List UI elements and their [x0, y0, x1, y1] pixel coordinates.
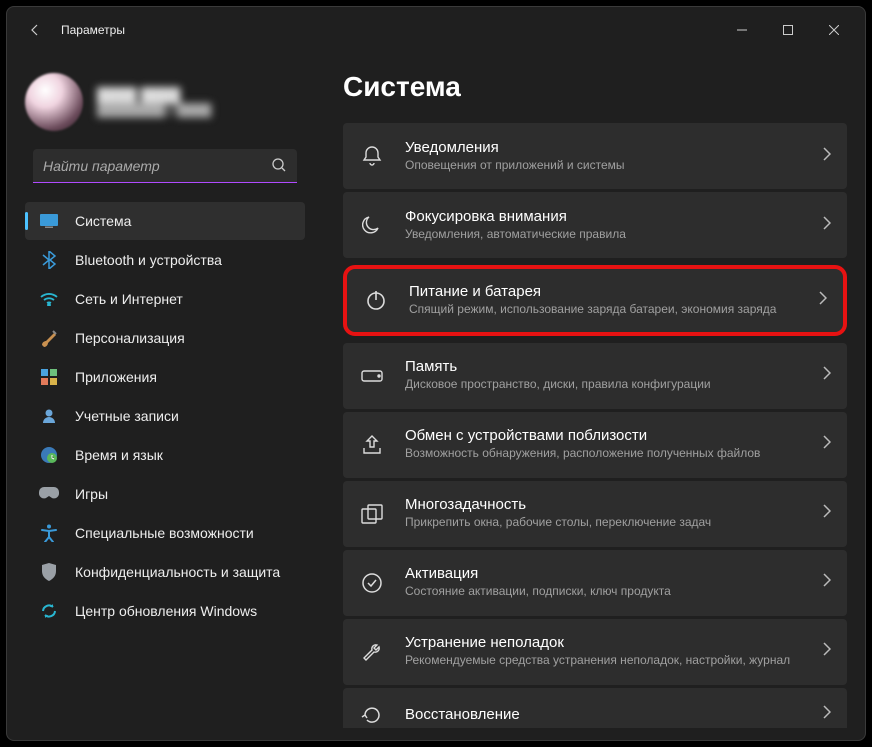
gamepad-icon: [39, 484, 59, 504]
nav-item-apps[interactable]: Приложения: [25, 358, 305, 396]
nav-label: Специальные возможности: [75, 525, 254, 541]
search-box[interactable]: [33, 149, 297, 183]
nav-list: Система Bluetooth и устройства Сеть и Ин…: [17, 201, 313, 730]
card-nearby-sharing[interactable]: Обмен с устройствами поблизости Возможно…: [343, 412, 847, 478]
chevron-right-icon: [823, 147, 831, 166]
nav-item-gaming[interactable]: Игры: [25, 475, 305, 513]
profile-email: ████████@████: [97, 103, 211, 117]
card-notifications[interactable]: Уведомления Оповещения от приложений и с…: [343, 123, 847, 189]
nav-item-time-language[interactable]: Время и язык: [25, 436, 305, 474]
card-title: Питание и батарея: [409, 283, 819, 300]
avatar: [25, 73, 83, 131]
nav-label: Персонализация: [75, 330, 185, 346]
card-subtitle: Прикрепить окна, рабочие столы, переключ…: [405, 515, 823, 531]
card-storage[interactable]: Память Дисковое пространство, диски, пра…: [343, 343, 847, 409]
brush-icon: [39, 328, 59, 348]
globe-clock-icon: [39, 445, 59, 465]
card-title: Восстановление: [405, 706, 823, 723]
card-title: Обмен с устройствами поблизости: [405, 427, 823, 444]
close-button[interactable]: [811, 15, 857, 45]
card-title: Многозадачность: [405, 496, 823, 513]
chevron-right-icon: [823, 366, 831, 385]
share-icon: [359, 432, 385, 458]
nav-label: Приложения: [75, 369, 157, 385]
titlebar: Параметры: [7, 7, 865, 53]
card-subtitle: Дисковое пространство, диски, правила ко…: [405, 377, 823, 393]
bell-icon: [359, 143, 385, 169]
card-troubleshoot[interactable]: Устранение неполадок Рекомендуемые средс…: [343, 619, 847, 685]
back-button[interactable]: [15, 10, 55, 50]
nav-label: Сеть и Интернет: [75, 291, 183, 307]
nav-item-privacy[interactable]: Конфиденциальность и защита: [25, 553, 305, 591]
search-input[interactable]: [33, 149, 297, 183]
nav-item-system[interactable]: Система: [25, 202, 305, 240]
card-multitasking[interactable]: Многозадачность Прикрепить окна, рабочие…: [343, 481, 847, 547]
minimize-button[interactable]: [719, 15, 765, 45]
page-title: Система: [343, 71, 847, 103]
power-icon: [363, 287, 389, 313]
card-power-battery[interactable]: Питание и батарея Спящий режим, использо…: [343, 265, 847, 336]
card-activation[interactable]: Активация Состояние активации, подписки,…: [343, 550, 847, 616]
nav-label: Система: [75, 213, 131, 229]
nav-label: Bluetooth и устройства: [75, 252, 222, 268]
nav-item-windows-update[interactable]: Центр обновления Windows: [25, 592, 305, 630]
chevron-right-icon: [823, 642, 831, 661]
update-icon: [39, 601, 59, 621]
recovery-icon: [359, 702, 385, 728]
card-title: Память: [405, 358, 823, 375]
card-title: Активация: [405, 565, 823, 582]
nav-label: Учетные записи: [75, 408, 179, 424]
card-title: Фокусировка внимания: [405, 208, 823, 225]
settings-window: Параметры ████ ████ ████████@████: [6, 6, 866, 741]
card-subtitle: Рекомендуемые средства устранения непола…: [405, 653, 823, 669]
card-subtitle: Состояние активации, подписки, ключ прод…: [405, 584, 823, 600]
card-subtitle: Спящий режим, использование заряда батар…: [409, 302, 819, 318]
settings-list: Уведомления Оповещения от приложений и с…: [343, 123, 847, 728]
card-subtitle: Уведомления, автоматические правила: [405, 227, 823, 243]
person-icon: [39, 406, 59, 426]
card-recovery[interactable]: Восстановление: [343, 688, 847, 728]
main-panel: Система Уведомления Оповещения от прилож…: [317, 53, 865, 740]
nav-label: Центр обновления Windows: [75, 603, 257, 619]
apps-icon: [39, 367, 59, 387]
nav-label: Игры: [75, 486, 108, 502]
chevron-right-icon: [823, 435, 831, 454]
chevron-right-icon: [823, 705, 831, 724]
nav-item-network[interactable]: Сеть и Интернет: [25, 280, 305, 318]
maximize-button[interactable]: [765, 15, 811, 45]
nav-label: Конфиденциальность и защита: [75, 564, 280, 580]
storage-icon: [359, 363, 385, 389]
chevron-right-icon: [823, 216, 831, 235]
window-title: Параметры: [61, 23, 125, 37]
card-title: Устранение неполадок: [405, 634, 823, 651]
nav-label: Время и язык: [75, 447, 163, 463]
window-controls: [719, 15, 857, 45]
check-circle-icon: [359, 570, 385, 596]
shield-icon: [39, 562, 59, 582]
card-focus-assist[interactable]: Фокусировка внимания Уведомления, автома…: [343, 192, 847, 258]
card-title: Уведомления: [405, 139, 823, 156]
wifi-icon: [39, 289, 59, 309]
multitask-icon: [359, 501, 385, 527]
bluetooth-icon: [39, 250, 59, 270]
nav-item-bluetooth[interactable]: Bluetooth и устройства: [25, 241, 305, 279]
nav-item-accessibility[interactable]: Специальные возможности: [25, 514, 305, 552]
chevron-right-icon: [819, 291, 827, 310]
card-subtitle: Оповещения от приложений и системы: [405, 158, 823, 174]
search-icon: [271, 157, 287, 178]
accessibility-icon: [39, 523, 59, 543]
nav-item-personalization[interactable]: Персонализация: [25, 319, 305, 357]
system-icon: [39, 211, 59, 231]
nav-item-accounts[interactable]: Учетные записи: [25, 397, 305, 435]
moon-icon: [359, 212, 385, 238]
chevron-right-icon: [823, 504, 831, 523]
sidebar: ████ ████ ████████@████ Система: [7, 53, 317, 740]
wrench-icon: [359, 639, 385, 665]
chevron-right-icon: [823, 573, 831, 592]
card-subtitle: Возможность обнаружения, расположение по…: [405, 446, 823, 462]
profile[interactable]: ████ ████ ████████@████: [17, 63, 313, 149]
profile-name: ████ ████: [97, 87, 211, 103]
